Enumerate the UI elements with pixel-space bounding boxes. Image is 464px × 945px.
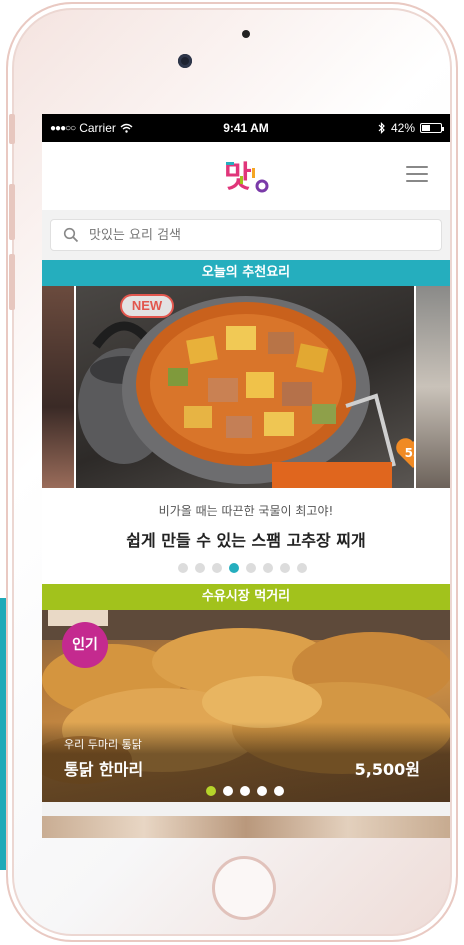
market-page-dot-3[interactable]	[240, 786, 250, 796]
market-pagination	[206, 786, 284, 796]
market-page-dot-4[interactable]	[257, 786, 267, 796]
status-bar: ●●●○○ Carrier 9:41 AM 42%	[42, 114, 450, 142]
like-count: 53	[404, 446, 414, 460]
search-icon	[63, 227, 79, 243]
prev-slide-peek[interactable]	[42, 286, 74, 488]
recommend-page-dot-2[interactable]	[195, 563, 205, 573]
battery-percent: 42%	[390, 121, 415, 135]
recipe-subtitle: 비가올 때는 따끈한 국물이 최고야!	[158, 504, 334, 518]
like-badge[interactable]: 53	[394, 436, 414, 470]
popular-badge: 인기	[62, 622, 108, 668]
market-page-dot-5[interactable]	[274, 786, 284, 796]
section-header-market: 수유시장 먹거리	[42, 584, 450, 610]
recommend-slide-image[interactable]: NEW 53	[76, 286, 414, 488]
volume-up-button	[9, 184, 15, 240]
battery-fill	[422, 125, 430, 131]
market-page-dot-1[interactable]	[206, 786, 216, 796]
app-header: 맛	[42, 142, 450, 210]
next-slide-peek[interactable]	[416, 286, 450, 488]
mute-switch	[9, 114, 15, 144]
app-screen: ●●●○○ Carrier 9:41 AM 42% 맛 맛있는 요리 검색 오늘…	[42, 114, 450, 838]
item-price: 5,500원	[354, 760, 420, 779]
recommend-carousel[interactable]: NEW 53 비가올 때는 따끈한 국물이 최고야! 쉽게 만들 수 있는 스팸…	[42, 286, 450, 584]
recommend-page-dot-8[interactable]	[297, 563, 307, 573]
home-button[interactable]	[212, 856, 276, 920]
item-title[interactable]: 통닭 한마리	[64, 756, 143, 780]
recommend-page-dot-5[interactable]	[246, 563, 256, 573]
recommend-page-dot-7[interactable]	[280, 563, 290, 573]
shop-name: 우리 두마리 통닭	[64, 738, 142, 751]
market-carousel[interactable]: 인기 우리 두마리 통닭 통닭 한마리 5,500원	[42, 610, 450, 802]
logo-text: 맛	[224, 160, 252, 195]
search-input[interactable]	[89, 227, 429, 243]
proximity-sensor	[242, 30, 250, 38]
recommend-pagination	[178, 563, 307, 573]
bluetooth-icon	[378, 122, 385, 134]
status-right: 42%	[378, 121, 444, 135]
market-page-dot-2[interactable]	[223, 786, 233, 796]
recipe-title[interactable]: 쉽게 만들 수 있는 스팸 고추장 찌개	[42, 527, 450, 551]
section-header-recommend: 오늘의 추천요리	[42, 260, 450, 286]
earpiece-speaker	[187, 58, 303, 68]
new-badge: NEW	[120, 294, 174, 318]
recommend-page-dot-4[interactable]	[229, 563, 239, 573]
next-card-peek[interactable]	[42, 816, 450, 838]
search-box[interactable]	[50, 219, 442, 251]
volume-down-button	[9, 254, 15, 310]
recommend-page-dot-1[interactable]	[178, 563, 188, 573]
recommend-page-dot-3[interactable]	[212, 563, 222, 573]
hamburger-menu-icon[interactable]	[406, 166, 428, 184]
phone-frame: ●●●○○ Carrier 9:41 AM 42% 맛 맛있는 요리 검색 오늘…	[6, 2, 458, 942]
app-logo[interactable]: 맛	[222, 156, 270, 196]
battery-icon	[420, 123, 444, 133]
recommend-page-dot-6[interactable]	[263, 563, 273, 573]
search-area	[42, 210, 450, 260]
